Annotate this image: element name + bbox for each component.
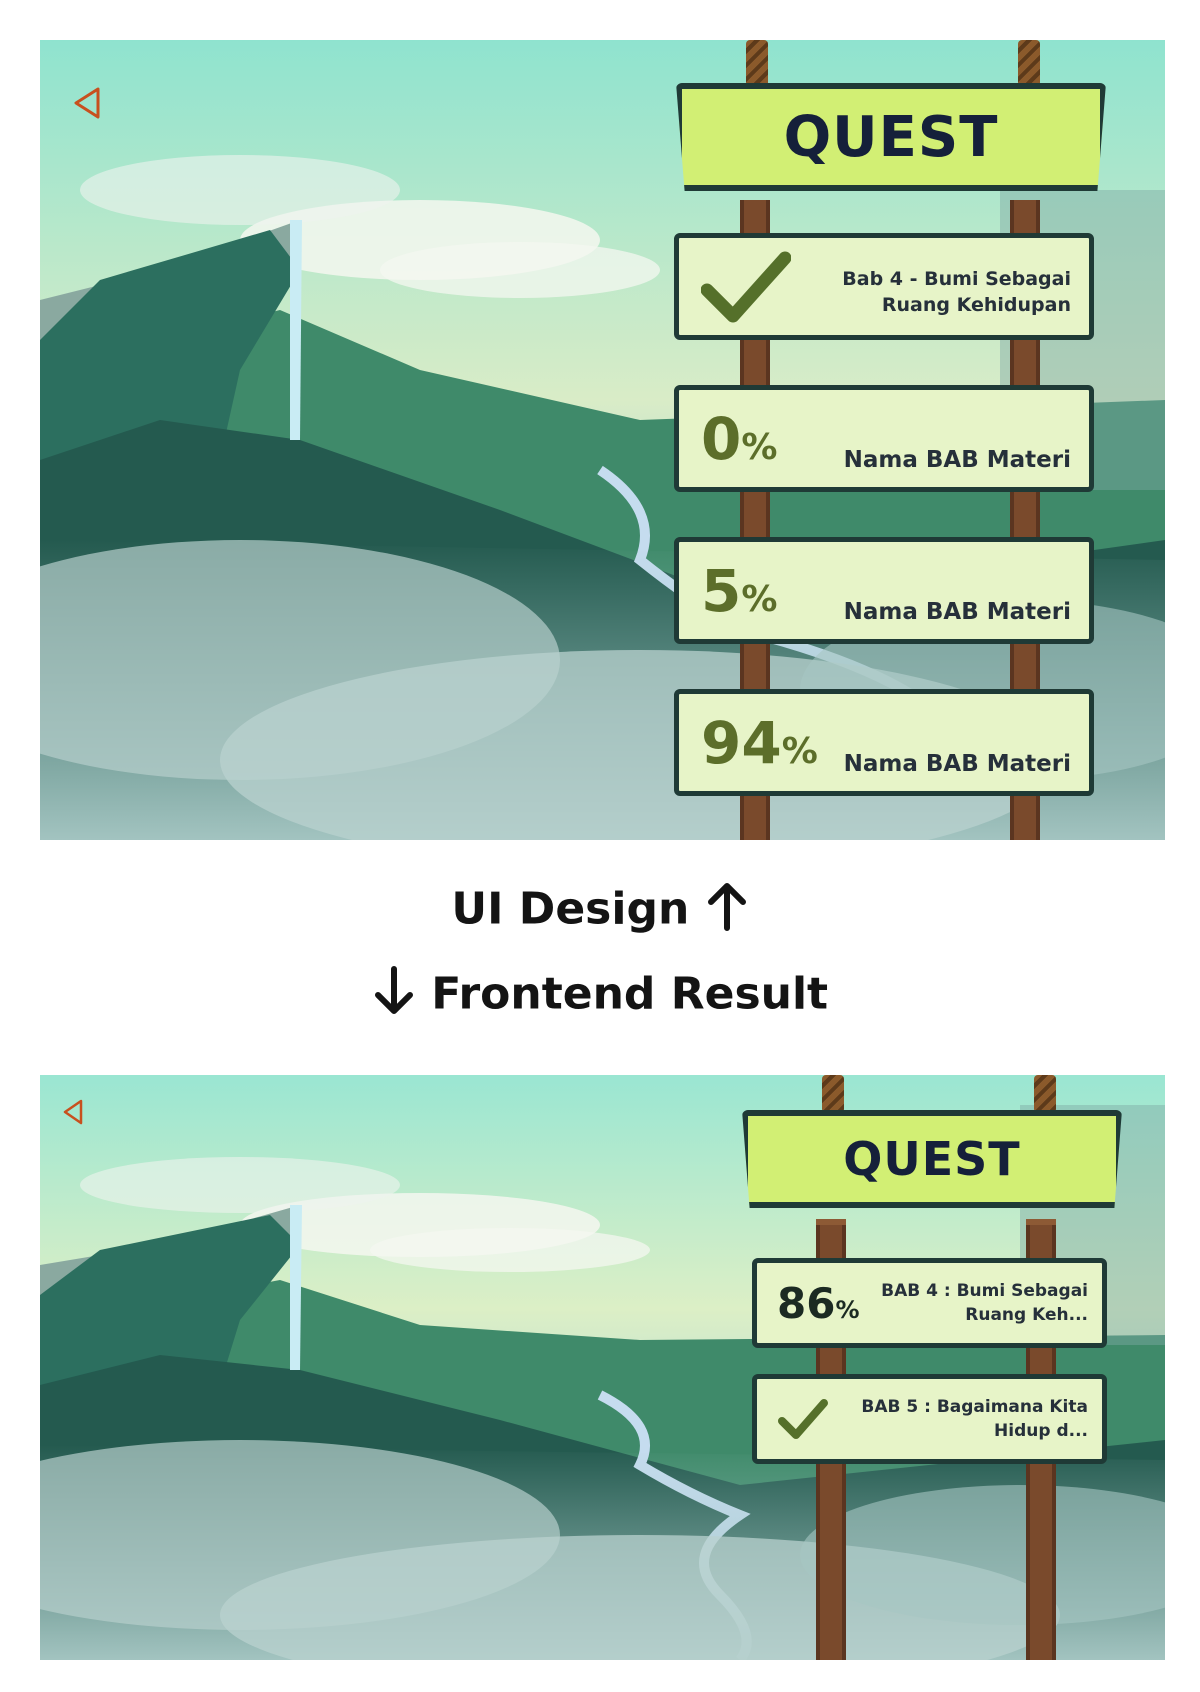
quest-card-title: Bab 4 - Bumi Sebagai Ruang Kehidupan [842,267,1071,316]
quest-card[interactable]: 0 % Nama BAB Materi [674,385,1094,492]
arrow-up-icon [705,880,749,943]
rope-right [1034,1075,1056,1113]
back-triangle-icon[interactable] [72,86,102,120]
arrow-down-icon [372,965,416,1028]
quest-card[interactable]: 5 % Nama BAB Materi [674,537,1094,644]
progress-percent: 0 % [701,404,778,473]
quest-card-title: BAB 4 : Bumi Sebagai Ruang Keh... [881,1281,1088,1325]
result-screen: QUEST 86 % BAB 4 : Bumi Sebagai Ruang Ke… [40,1075,1165,1660]
quest-card-title: Nama BAB Materi [843,751,1071,777]
rope-left [746,40,768,88]
progress-percent: 94 % [701,708,818,777]
back-triangle-icon[interactable] [62,1099,84,1125]
frontend-result-label: Frontend Result [0,965,1200,1028]
quest-card-title: BAB 5 : Bagaimana Kita Hidup d... [861,1397,1088,1441]
quest-card-title: Nama BAB Materi [843,599,1071,625]
quest-card[interactable]: BAB 5 : Bagaimana Kita Hidup d... [752,1374,1107,1464]
progress-percent: 5 % [701,556,778,625]
quest-title: QUEST [843,1132,1021,1186]
quest-board: QUEST [676,83,1106,191]
check-icon [701,250,791,324]
quest-title: QUEST [783,104,999,170]
design-screen: QUEST Bab 4 - Bumi Sebagai Ruang Kehidup… [40,40,1165,840]
rope-left [822,1075,844,1113]
quest-card-title: Nama BAB Materi [843,447,1071,473]
progress-percent: 86 % [777,1278,860,1328]
rope-right [1018,40,1040,88]
ui-design-label: UI Design [0,880,1200,943]
quest-card[interactable]: 94 % Nama BAB Materi [674,689,1094,796]
check-icon [777,1397,829,1441]
quest-board: QUEST [742,1110,1122,1208]
quest-card[interactable]: Bab 4 - Bumi Sebagai Ruang Kehidupan [674,233,1094,340]
quest-card[interactable]: 86 % BAB 4 : Bumi Sebagai Ruang Keh... [752,1258,1107,1348]
